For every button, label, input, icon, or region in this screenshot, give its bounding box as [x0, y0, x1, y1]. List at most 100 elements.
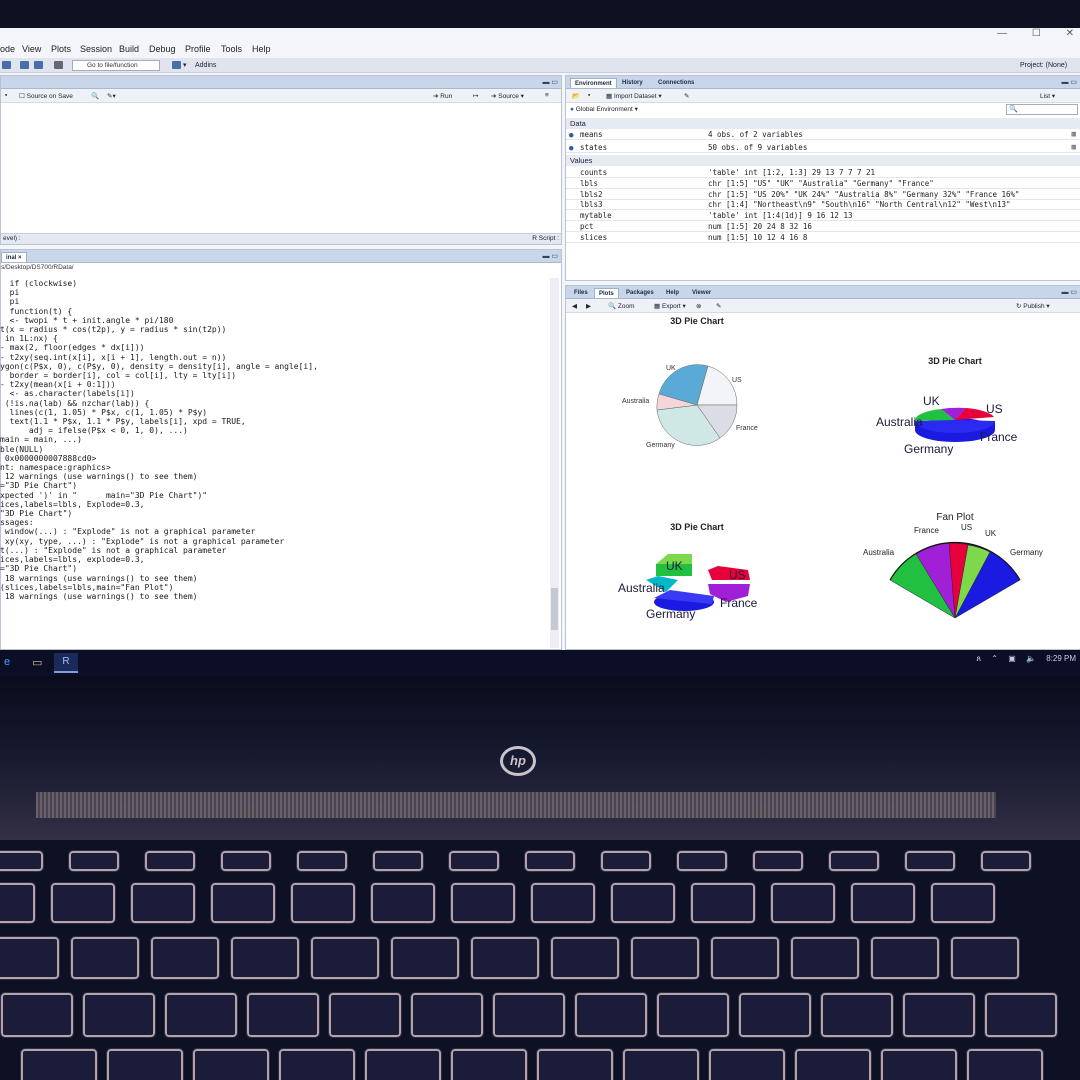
- search-icon[interactable]: 🔍: [91, 92, 99, 100]
- menu-help[interactable]: Help: [252, 44, 271, 54]
- env-value-row[interactable]: lbls3 chr [1:4] "Northeast\n9" "South\n16…: [566, 199, 1080, 211]
- env-name: mytable: [580, 211, 612, 221]
- keyboard-key: [950, 936, 1020, 980]
- values-section-header: Values: [566, 155, 1080, 166]
- remove-plot-icon[interactable]: ⊗: [696, 302, 701, 310]
- file-type-indicator[interactable]: R Script :: [532, 235, 559, 242]
- menu-file[interactable]: ode: [0, 44, 15, 54]
- wand-icon[interactable]: ✎▾: [107, 92, 116, 100]
- list-view-menu[interactable]: List ▾: [1040, 92, 1055, 100]
- env-value-row[interactable]: counts 'table' int [1:2, 1:3] 29 13 7 7 7…: [566, 167, 1080, 178]
- tab-help[interactable]: Help: [662, 288, 683, 298]
- close-icon[interactable]: ✕: [1066, 28, 1074, 39]
- menu-session[interactable]: Session: [80, 44, 112, 54]
- tab-packages[interactable]: Packages: [622, 288, 658, 298]
- console-line: ssages:: [0, 518, 34, 528]
- minimize-icon[interactable]: —: [997, 28, 1007, 39]
- rstudio-taskbar-icon[interactable]: R: [54, 653, 78, 673]
- back-arrow-icon[interactable]: ◀: [572, 302, 577, 310]
- grid-icon[interactable]: ▾: [172, 61, 187, 71]
- chart4-label-australia: Australia: [863, 548, 895, 557]
- publish-button[interactable]: ↻ Publish ▾: [1016, 302, 1050, 310]
- keyboard-key: [820, 992, 894, 1038]
- env-value-row[interactable]: pct num [1:5] 20 24 8 32 16: [566, 221, 1080, 232]
- pane-minmax-icon[interactable]: ▬ ▭: [1061, 78, 1077, 86]
- environment-search-input[interactable]: 🔍: [1006, 104, 1078, 115]
- menu-profile[interactable]: Profile: [185, 44, 211, 54]
- load-workspace-icon[interactable]: 📂: [572, 92, 580, 100]
- addins-menu[interactable]: Addins: [195, 61, 216, 71]
- env-value-row[interactable]: lbls2 chr [1:5] "US 20%" "UK 24%" "Austra…: [566, 189, 1080, 200]
- outline-icon[interactable]: ≡: [545, 92, 549, 99]
- project-menu[interactable]: Project: (None): [1020, 61, 1067, 71]
- new-file-icon[interactable]: [2, 61, 13, 71]
- scope-indicator[interactable]: evel) :: [3, 235, 21, 242]
- import-dataset-button[interactable]: ▦ Import Dataset ▾: [606, 92, 662, 100]
- menu-debug[interactable]: Debug: [149, 44, 176, 54]
- source-status-bar: evel) : R Script :: [1, 233, 561, 244]
- console-line: border = border[i], col = col[i], lty = …: [0, 371, 237, 381]
- save-workspace-icon[interactable]: ▪: [588, 92, 590, 99]
- tab-viewer[interactable]: Viewer: [688, 288, 715, 298]
- view-table-icon[interactable]: ▦: [1071, 129, 1076, 138]
- keyboard-key: [610, 882, 676, 924]
- menu-build[interactable]: Build: [119, 44, 139, 54]
- tab-console[interactable]: inal ×: [1, 252, 27, 262]
- env-value-row[interactable]: mytable 'table' int [1:4(1d)] 9 16 12 13: [566, 210, 1080, 222]
- keyboard-key: [870, 936, 940, 980]
- menu-plots[interactable]: Plots: [51, 44, 71, 54]
- tab-files[interactable]: Files: [570, 288, 592, 298]
- file-explorer-icon[interactable]: ▭: [32, 656, 42, 669]
- save-icon[interactable]: [20, 61, 31, 71]
- run-button[interactable]: ➔ Run: [433, 92, 452, 100]
- volume-icon[interactable]: 🔈: [1026, 654, 1036, 663]
- clock[interactable]: 8:29 PM: [1046, 654, 1076, 663]
- print-icon[interactable]: [54, 61, 65, 71]
- scope-selector[interactable]: ● Global Environment ▾: [570, 105, 638, 113]
- data-section-header: Data: [566, 118, 1080, 129]
- expand-icon[interactable]: ●: [569, 143, 574, 152]
- env-value: num [1:5] 10 12 4 16 8: [708, 232, 808, 242]
- broom-icon[interactable]: ✎: [684, 92, 689, 100]
- export-button[interactable]: ▦ Export ▾: [654, 302, 686, 310]
- view-table-icon[interactable]: ▦: [1071, 142, 1076, 151]
- people-icon[interactable]: ጸ: [976, 654, 981, 663]
- tab-environment[interactable]: Environment: [570, 78, 617, 88]
- expand-icon[interactable]: ●: [569, 130, 574, 139]
- env-data-row[interactable]: states 50 obs. of 9 variables ● ▦: [566, 142, 1080, 153]
- maximize-icon[interactable]: ☐: [1032, 28, 1041, 39]
- zoom-button[interactable]: 🔍 Zoom: [608, 302, 635, 310]
- pane-minmax-icon[interactable]: ▬ ▭: [542, 78, 558, 86]
- chevron-up-icon[interactable]: ⌃: [991, 654, 998, 663]
- keyboard-key: [850, 882, 916, 924]
- save-icon[interactable]: ▪: [5, 92, 7, 99]
- source-button[interactable]: ➔ Source ▾: [491, 92, 524, 100]
- keyboard-key: [82, 992, 156, 1038]
- tab-plots[interactable]: Plots: [594, 288, 619, 298]
- keyboard-key: [492, 992, 566, 1038]
- env-value-row[interactable]: lbls chr [1:5] "US" "UK" "Australia" "Ger…: [566, 178, 1080, 189]
- menu-tools[interactable]: Tools: [221, 44, 242, 54]
- forward-arrow-icon[interactable]: ▶: [586, 302, 591, 310]
- chart4-label-germany: Germany: [1010, 548, 1043, 557]
- chart2-label-us: US: [986, 402, 1003, 416]
- keyboard-key: [370, 882, 436, 924]
- keyboard-key: [794, 1048, 872, 1080]
- pane-minmax-icon[interactable]: ▬ ▭: [1061, 288, 1077, 296]
- pane-minmax-icon[interactable]: ▬ ▭: [542, 252, 558, 260]
- console-output[interactable]: if (clockwise) pi pi function(t) { <- tw…: [0, 279, 560, 601]
- source-on-save-checkbox[interactable]: ☐ Source on Save: [19, 92, 73, 100]
- env-value-row[interactable]: slices num [1:5] 10 12 4 16 8: [566, 232, 1080, 243]
- save-all-icon[interactable]: [34, 61, 45, 71]
- menu-bar: ode View Plots Session Build Debug Profi…: [0, 42, 1080, 56]
- network-icon[interactable]: ▣: [1008, 654, 1016, 663]
- env-value: chr [1:5] "US 20%" "UK 24%" "Australia 8…: [708, 189, 1020, 199]
- start-icon[interactable]: e: [4, 656, 10, 668]
- clear-plots-icon[interactable]: ✎: [716, 302, 721, 310]
- tab-history[interactable]: History: [618, 78, 647, 88]
- env-data-row[interactable]: means 4 obs. of 2 variables ● ▦: [566, 129, 1080, 140]
- menu-view[interactable]: View: [22, 44, 41, 54]
- tab-connections[interactable]: Connections: [654, 78, 698, 88]
- goto-file-input[interactable]: Go to file/function: [72, 60, 160, 71]
- rerun-icon[interactable]: ↦: [473, 92, 478, 100]
